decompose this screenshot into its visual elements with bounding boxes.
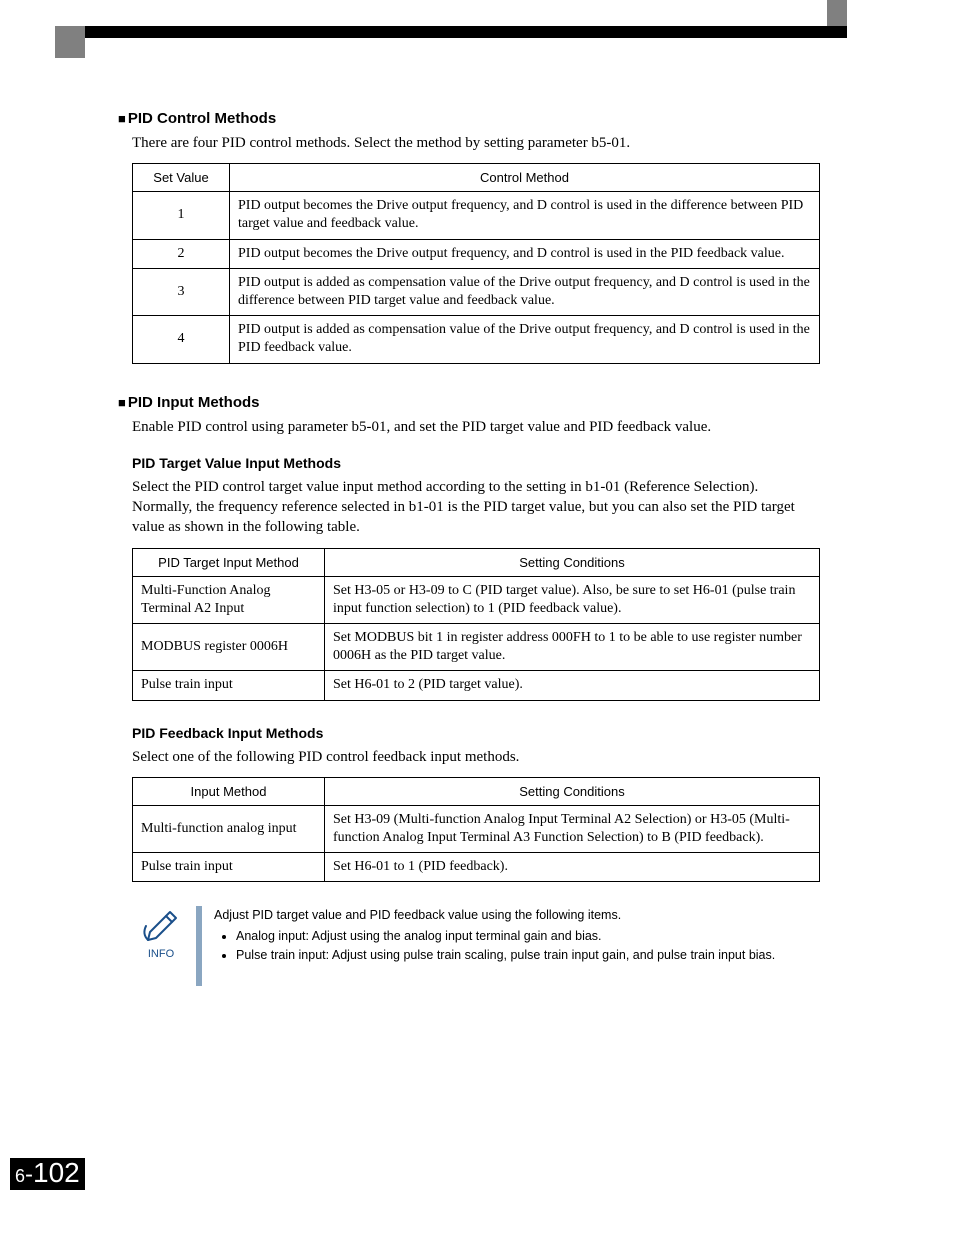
- th-set-value: Set Value: [133, 164, 230, 192]
- table-row: Pulse train input Set H6-01 to 2 (PID ta…: [133, 671, 820, 700]
- cell-control-method: PID output becomes the Drive output freq…: [230, 192, 820, 239]
- header-bar: [55, 26, 847, 38]
- th-setting-conditions: Setting Conditions: [325, 548, 820, 576]
- th-setting-conditions: Setting Conditions: [325, 777, 820, 805]
- page-number: 6-102: [10, 1158, 85, 1190]
- cell-setting-conditions: Set H3-05 or H3-09 to C (PID target valu…: [325, 576, 820, 623]
- table-row: MODBUS register 0006H Set MODBUS bit 1 i…: [133, 623, 820, 670]
- cell-control-method: PID output is added as compensation valu…: [230, 268, 820, 315]
- table-feedback-input: Input Method Setting Conditions Multi-fu…: [132, 777, 820, 883]
- cell-set-value: 1: [133, 192, 230, 239]
- table-row: Multi-function analog input Set H3-09 (M…: [133, 805, 820, 852]
- cell-control-method: PID output is added as compensation valu…: [230, 316, 820, 363]
- th-input-method: Input Method: [133, 777, 325, 805]
- cell-set-value: 4: [133, 316, 230, 363]
- cell-input-method: Pulse train input: [133, 671, 325, 700]
- th-target-input-method: PID Target Input Method: [133, 548, 325, 576]
- cell-setting-conditions: Set H6-01 to 2 (PID target value).: [325, 671, 820, 700]
- cell-set-value: 3: [133, 268, 230, 315]
- header-tab: [827, 0, 847, 26]
- table-row: 3 PID output is added as compensation va…: [133, 268, 820, 315]
- cell-setting-conditions: Set MODBUS bit 1 in register address 000…: [325, 623, 820, 670]
- th-control-method: Control Method: [230, 164, 820, 192]
- info-label: INFO: [148, 948, 174, 960]
- info-bar: [196, 906, 202, 986]
- intro-feedback: Select one of the following PID control …: [132, 747, 818, 767]
- info-text: Adjust PID target value and PID feedback…: [214, 906, 818, 964]
- section-title-pid-control-methods: PID Control Methods: [118, 110, 818, 127]
- info-bullet: Analog input: Adjust using the analog in…: [236, 927, 818, 946]
- cell-setting-conditions: Set H6-01 to 1 (PID feedback).: [325, 853, 820, 882]
- section-title-pid-input-methods: PID Input Methods: [118, 394, 818, 411]
- cell-input-method: Multi-function analog input: [133, 805, 325, 852]
- subheading-target-value: PID Target Value Input Methods: [132, 455, 818, 471]
- info-lead: Adjust PID target value and PID feedback…: [214, 908, 621, 922]
- cell-setting-conditions: Set H3-09 (Multi-function Analog Input T…: [325, 805, 820, 852]
- page-number-value: 102: [33, 1157, 80, 1188]
- table-row: 4 PID output is added as compensation va…: [133, 316, 820, 363]
- page: PID Control Methods There are four PID c…: [0, 0, 954, 1235]
- content-area: PID Control Methods There are four PID c…: [118, 110, 818, 986]
- pencil-icon: [140, 906, 182, 946]
- intro-pid-control-methods: There are four PID control methods. Sele…: [132, 133, 818, 153]
- cell-input-method: Multi-Function Analog Terminal A2 Input: [133, 576, 325, 623]
- table-target-input: PID Target Input Method Setting Conditio…: [132, 548, 820, 701]
- subheading-feedback: PID Feedback Input Methods: [132, 725, 818, 741]
- table-row: 2 PID output becomes the Drive output fr…: [133, 239, 820, 268]
- info-icon-wrap: INFO: [132, 906, 190, 960]
- table-control-methods: Set Value Control Method 1 PID output be…: [132, 163, 820, 363]
- intro-target-value: Select the PID control target value inpu…: [132, 477, 818, 538]
- table-row: Multi-Function Analog Terminal A2 Input …: [133, 576, 820, 623]
- header-square: [55, 26, 85, 58]
- info-block: INFO Adjust PID target value and PID fee…: [132, 906, 818, 986]
- intro-pid-input-methods: Enable PID control using parameter b5-01…: [132, 417, 818, 437]
- cell-input-method: Pulse train input: [133, 853, 325, 882]
- table-row: Pulse train input Set H6-01 to 1 (PID fe…: [133, 853, 820, 882]
- info-bullet: Pulse train input: Adjust using pulse tr…: [236, 946, 818, 965]
- table-row: 1 PID output becomes the Drive output fr…: [133, 192, 820, 239]
- cell-input-method: MODBUS register 0006H: [133, 623, 325, 670]
- chapter-number: 6: [15, 1166, 25, 1186]
- cell-set-value: 2: [133, 239, 230, 268]
- cell-control-method: PID output becomes the Drive output freq…: [230, 239, 820, 268]
